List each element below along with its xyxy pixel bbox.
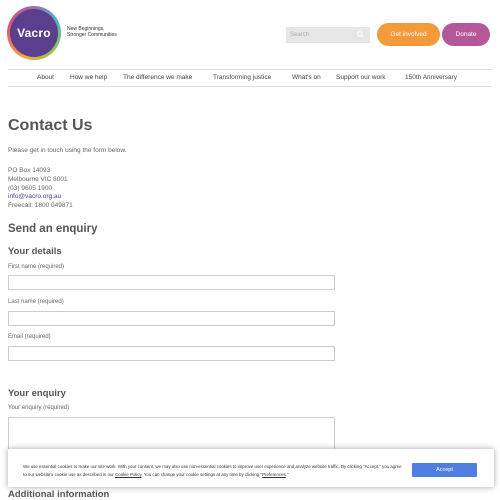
cookie-banner: We use essential cookies to make our sit… [8,449,494,487]
email-link[interactable]: info@vacro.org.au [8,193,73,202]
cookie-text-part-3: ." [285,471,289,477]
intro-text: Please get in touch using the form below… [8,147,127,154]
first-name-field[interactable] [8,275,335,290]
search-icon[interactable] [357,31,364,38]
address-po-box: PO Box 14093 [8,167,51,174]
your-enquiry-heading: Your enquiry [8,388,66,399]
cookie-text-part-2: . You can change your cookie settings at… [141,471,263,477]
page-title: Contact Us [8,117,93,134]
send-enquiry-heading: Send an enquiry [8,223,98,235]
address-phone: (03) 9605 1900 [8,184,53,192]
additional-info-heading: Additional information [8,489,110,500]
cookie-policy-link[interactable]: Cookie Policy [115,472,141,477]
first-name-label: First name (required) [8,264,65,270]
tagline: New Beginnings, Stronger Communities [67,26,117,38]
site-header: Vacro New Beginnings, Stronger Communiti… [0,0,500,68]
preferences-link[interactable]: Preferences [262,472,286,477]
contact-address: PO Box 14093 Melbourne VIC 8001 (03) 960… [8,167,73,211]
nav-item-150th[interactable]: 150th Anniversary [405,74,457,81]
nav-item-difference[interactable]: The difference we make [123,74,192,81]
email-field[interactable] [8,346,335,361]
tagline-line-2: Stronger Communities [67,32,117,38]
address-city: Melbourne VIC 8001 [8,175,68,183]
logo-inner: Vacro [10,9,58,57]
search-box[interactable]: Search [286,27,370,43]
vacro-logo[interactable]: Vacro [7,6,61,60]
nav-item-how-we-help[interactable]: How we help [70,74,107,81]
address-freecall: Freecall: 1800 049871 [8,202,73,210]
enquiry-label: Your enquiry (required) [8,405,70,411]
cookie-text: We use essential cookies to make our sit… [23,463,403,478]
get-involved-button[interactable]: Get involved [377,23,440,46]
nav-item-support[interactable]: Support our work [336,74,386,81]
donate-button[interactable]: Donate [442,23,490,46]
email-label: Email (required) [8,334,51,340]
your-details-heading: Your details [8,246,62,257]
logo-text: Vacro [17,26,51,40]
accept-cookies-button[interactable]: Accept [412,463,477,477]
nav-item-whats-on[interactable]: What's on [292,74,321,81]
nav-item-transforming-justice[interactable]: Transforming justice [213,74,271,81]
last-name-field[interactable] [8,311,335,326]
last-name-label: Last name (required) [8,299,64,305]
search-input[interactable]: Search [290,27,309,43]
nav-item-about[interactable]: About [37,74,54,81]
main-nav: About How we help The difference we make… [8,69,492,87]
